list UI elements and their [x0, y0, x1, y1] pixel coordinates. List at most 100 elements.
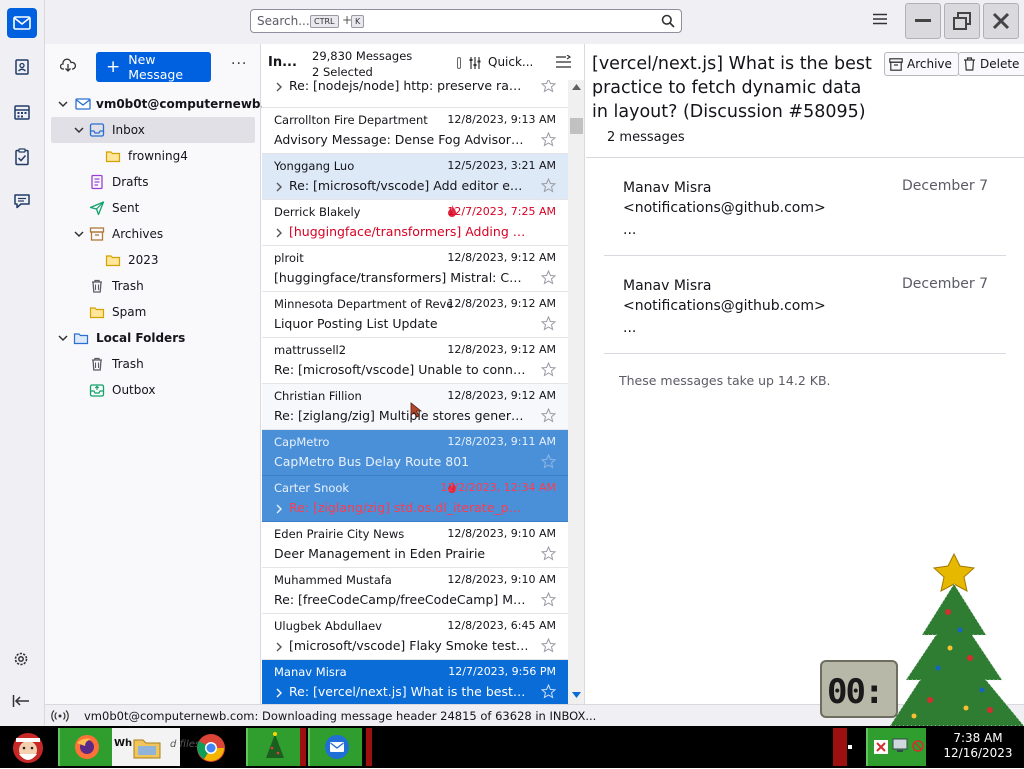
taskbar-separator: [300, 728, 306, 766]
chevron-right-icon[interactable]: [274, 227, 284, 239]
start-santa-icon[interactable]: [4, 728, 52, 766]
settings-gear-icon[interactable]: [12, 650, 30, 671]
message-row-current[interactable]: Manav Misra 12/7/2023, 9:56 PM Re: [verc…: [262, 660, 568, 704]
message-card[interactable]: Manav Misra <notifications@github.com> D…: [604, 258, 1006, 354]
minimize-button[interactable]: [905, 3, 941, 39]
scroll-down-icon[interactable]: [572, 692, 581, 698]
message-subject: Re: [nodejs/node] http: preserve raw he.…: [289, 80, 529, 93]
mail-space-icon[interactable]: [7, 8, 37, 38]
tray-dot: [848, 745, 852, 749]
star-icon[interactable]: [541, 408, 556, 423]
calendar-icon[interactable]: [7, 97, 37, 127]
star-icon[interactable]: [541, 178, 556, 193]
local-folder-trash[interactable]: Trash: [51, 351, 255, 377]
tasks-icon[interactable]: [7, 142, 37, 172]
folder-archives[interactable]: Archives: [51, 221, 255, 247]
thunderbird-taskbar-icon[interactable]: [308, 728, 362, 766]
chevron-down-icon[interactable]: [73, 228, 85, 240]
delete-button[interactable]: Delete: [958, 52, 1024, 76]
chevron-right-icon[interactable]: [274, 181, 284, 193]
message-row[interactable]: Re: [nodejs/node] http: preserve raw he.…: [262, 80, 568, 108]
message-row[interactable]: Carrollton Fire Department 12/8/2023, 9:…: [262, 108, 568, 154]
tree-app-taskbar-icon[interactable]: [246, 728, 300, 766]
star-icon[interactable]: [541, 546, 556, 561]
chevron-right-icon[interactable]: [274, 81, 284, 93]
folder-trash[interactable]: Trash: [51, 273, 255, 299]
chevron-right-icon[interactable]: [274, 687, 284, 699]
message-row[interactable]: Carter Snook 12/2/2023, 12:34 AM Re: [zi…: [262, 476, 568, 522]
star-icon[interactable]: [541, 132, 556, 147]
chrome-taskbar-icon[interactable]: [192, 728, 230, 766]
chat-icon[interactable]: [7, 186, 37, 216]
volume-muted-icon[interactable]: [912, 740, 924, 752]
get-messages-icon[interactable]: [59, 58, 77, 75]
clock-date: 12/16/2023: [943, 746, 1013, 760]
star-icon[interactable]: [541, 316, 556, 331]
search-icon[interactable]: [661, 14, 675, 31]
scrollbar-thumb[interactable]: [570, 118, 583, 134]
star-icon[interactable]: [541, 638, 556, 653]
app-menu-icon[interactable]: [873, 13, 887, 27]
archive-button[interactable]: Archive: [884, 52, 959, 76]
star-icon[interactable]: [541, 454, 556, 469]
filter-sliders-icon[interactable]: [468, 56, 482, 70]
folder-drafts[interactable]: Drafts: [51, 169, 255, 195]
message-row[interactable]: Ulugbek Abdullaev 12/8/2023, 6:45 AM [mi…: [262, 614, 568, 660]
clock-time: 7:38 AM: [953, 731, 1003, 745]
message-row[interactable]: Derrick Blakely 12/7/2023, 7:25 AM [hugg…: [262, 200, 568, 246]
message-sender: Minnesota Department of Reve...: [274, 297, 452, 311]
monitor-icon[interactable]: [892, 738, 908, 754]
chevron-down-icon[interactable]: [73, 124, 85, 136]
star-icon[interactable]: [541, 80, 556, 93]
folder-frowning4[interactable]: frowning4: [51, 143, 255, 169]
message-row[interactable]: Eden Prairie City News 12/8/2023, 9:10 A…: [262, 522, 568, 568]
address-book-icon[interactable]: [7, 52, 37, 82]
account-row[interactable]: vm0b0t@computernewb....: [51, 91, 279, 117]
chevron-right-icon[interactable]: [274, 641, 284, 653]
message-row[interactable]: Christian Fillion 12/8/2023, 9:12 AM Re:…: [262, 384, 568, 430]
scroll-up-icon[interactable]: [572, 84, 581, 90]
folder-inbox[interactable]: Inbox: [51, 117, 255, 143]
message-row[interactable]: Muhammed Mustafa 12/8/2023, 9:10 AM Re: …: [262, 568, 568, 614]
folder-spam[interactable]: Spam: [51, 299, 255, 325]
local-folder-outbox[interactable]: Outbox: [51, 377, 255, 403]
chevron-right-icon[interactable]: [274, 503, 284, 515]
new-message-button[interactable]: + New Message: [96, 52, 211, 82]
star-icon[interactable]: [541, 270, 556, 285]
chevron-down-icon[interactable]: [57, 332, 69, 344]
star-icon[interactable]: [541, 684, 556, 699]
message-row[interactable]: Minnesota Department of Reve... 12/8/202…: [262, 292, 568, 338]
sent-icon: [89, 201, 105, 216]
message-row[interactable]: mattrussell2 12/8/2023, 9:12 AM Re: [mic…: [262, 338, 568, 384]
file-explorer-taskbar-button[interactable]: Wh d files: [112, 728, 200, 766]
list-folder-name: In...: [268, 55, 297, 70]
close-button[interactable]: [983, 3, 1019, 39]
restore-button[interactable]: [944, 3, 980, 39]
taskbar-clock[interactable]: 7:38 AM 12/16/2023: [935, 731, 1021, 761]
search-placeholder: Search...: [257, 14, 310, 28]
thread-size-note: These messages take up 14.2 KB.: [619, 373, 831, 388]
message-sender: mattrussell2: [274, 343, 347, 357]
folder-label: Drafts: [112, 175, 149, 189]
folder-pane-more-icon[interactable]: ···: [231, 56, 247, 72]
message-row[interactable]: Yonggang Luo 12/5/2023, 3:21 AM Re: [mic…: [262, 154, 568, 200]
folder-2023[interactable]: 2023: [51, 247, 255, 273]
local-folders-row[interactable]: Local Folders: [51, 325, 255, 351]
online-status-icon[interactable]: [51, 709, 69, 723]
global-search-input[interactable]: Search... CTRL + K: [250, 9, 682, 33]
folder-icon: [133, 739, 161, 759]
quick-filter-toggle-icon[interactable]: [457, 57, 461, 69]
message-row[interactable]: plroit 12/8/2023, 9:12 AM [huggingface/t…: [262, 246, 568, 292]
message-list-scrollbar[interactable]: [568, 80, 584, 704]
network-error-icon[interactable]: [874, 740, 888, 754]
folder-sent[interactable]: Sent: [51, 195, 255, 221]
collapse-spaces-icon[interactable]: [12, 694, 30, 711]
message-card[interactable]: Manav Misra <notifications@github.com> D…: [604, 160, 1006, 256]
star-icon[interactable]: [541, 362, 556, 377]
chevron-down-icon[interactable]: [57, 98, 69, 110]
list-display-options-icon[interactable]: [556, 55, 571, 69]
star-icon[interactable]: [541, 592, 556, 607]
message-row[interactable]: CapMetro 12/8/2023, 9:11 AM CapMetro Bus…: [262, 430, 568, 476]
firefox-taskbar-icon[interactable]: [58, 728, 112, 766]
quick-filter-label[interactable]: Quick...: [488, 55, 533, 69]
